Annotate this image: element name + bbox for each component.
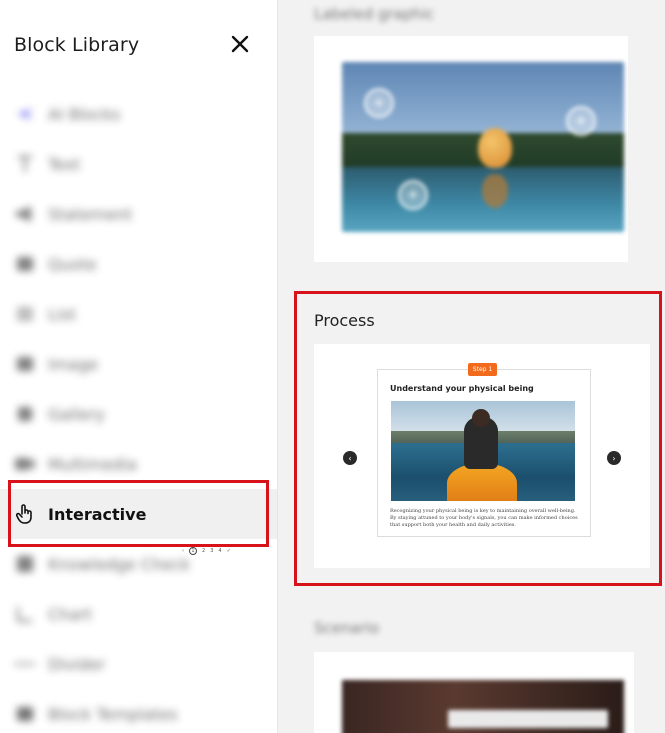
pager-current-step[interactable]: 1 — [189, 547, 197, 555]
sidebar-item-label: Divider — [48, 654, 106, 674]
sidebar-item-divider[interactable]: Divider — [0, 639, 277, 689]
sidebar-item-label: Chart — [48, 604, 92, 624]
process-step-card: Understand your physical being Recognizi… — [377, 369, 591, 537]
sidebar-item-label: Image — [48, 354, 99, 374]
sidebar-title: Block Library — [14, 34, 140, 56]
ai-sparkle-icon — [14, 103, 36, 125]
pager-step[interactable]: 3 — [210, 548, 213, 554]
pager-step[interactable]: 2 — [202, 548, 205, 554]
hotspot-marker: + — [398, 180, 428, 210]
sidebar-item-list[interactable]: List — [0, 289, 277, 339]
sidebar-item-label: List — [48, 304, 76, 324]
divider-icon — [14, 653, 36, 675]
sidebar-item-text[interactable]: Text — [0, 139, 277, 189]
labeled-graphic-card[interactable]: + + + — [314, 36, 628, 262]
sidebar-item-knowledge-check[interactable]: Knowledge Check — [0, 539, 277, 589]
text-icon — [14, 153, 36, 175]
section-label-scenario: Scenario — [314, 619, 380, 637]
sidebar-item-label: AI Blocks — [48, 104, 121, 124]
prev-step-button[interactable]: ‹ — [343, 451, 357, 465]
sidebar-item-block-templates[interactable]: Block Templates — [0, 689, 277, 733]
sidebar-item-label: Multimedia — [48, 454, 137, 474]
pointer-hand-icon — [14, 503, 36, 525]
process-step-body: Recognizing your physical being is key t… — [390, 508, 578, 528]
lake-image: + + + — [342, 62, 624, 232]
pager-prev-arrow[interactable]: ‹ — [182, 548, 184, 554]
sidebar-item-quote[interactable]: Quote — [0, 239, 277, 289]
knowledge-check-icon — [14, 553, 36, 575]
list-icon — [14, 303, 36, 325]
scenario-card[interactable] — [314, 652, 634, 733]
kayak-image — [391, 401, 575, 501]
scenario-image — [342, 680, 624, 733]
hotspot-marker: + — [566, 106, 596, 136]
templates-icon — [14, 703, 36, 725]
chart-icon — [14, 603, 36, 625]
section-label-labeled-graphic: Labeled graphic — [314, 5, 435, 23]
sidebar-item-label: Statement — [48, 204, 133, 224]
gallery-icon — [14, 403, 36, 425]
pager-done-icon[interactable]: ✓ — [227, 548, 231, 554]
section-label-process: Process — [314, 311, 375, 330]
process-card[interactable]: Understand your physical being Recognizi… — [314, 344, 650, 568]
sidebar-item-statement[interactable]: Statement — [0, 189, 277, 239]
next-step-button[interactable]: › — [607, 451, 621, 465]
quote-icon — [14, 253, 36, 275]
sidebar-item-ai-blocks[interactable]: AI Blocks — [0, 89, 277, 139]
pager-step[interactable]: 4 — [218, 548, 221, 554]
sidebar-item-interactive[interactable]: Interactive — [0, 489, 277, 539]
sidebar-item-chart[interactable]: Chart — [0, 589, 277, 639]
sidebar-item-multimedia[interactable]: Multimedia — [0, 439, 277, 489]
hotspot-marker: + — [364, 88, 394, 118]
sidebar-item-image[interactable]: Image — [0, 339, 277, 389]
sidebar-item-label: Knowledge Check — [48, 554, 191, 574]
close-icon[interactable] — [228, 32, 252, 56]
sidebar-item-label: Text — [48, 154, 81, 174]
step-badge: Step 1 — [468, 363, 497, 376]
block-library-sidebar: Block Library AI Blocks Text Statement Q… — [0, 0, 277, 733]
megaphone-icon — [14, 203, 36, 225]
sidebar-item-label: Quote — [48, 254, 97, 274]
image-icon — [14, 353, 36, 375]
process-step-title: Understand your physical being — [390, 384, 534, 393]
sidebar-item-label: Gallery — [48, 404, 105, 424]
sidebar-item-label: Interactive — [48, 504, 147, 524]
sidebar-item-label: Block Templates — [48, 704, 178, 724]
sidebar-item-gallery[interactable]: Gallery — [0, 389, 277, 439]
process-pager: ‹ 1 2 3 4 ✓ — [182, 547, 231, 555]
multimedia-icon — [14, 453, 36, 475]
